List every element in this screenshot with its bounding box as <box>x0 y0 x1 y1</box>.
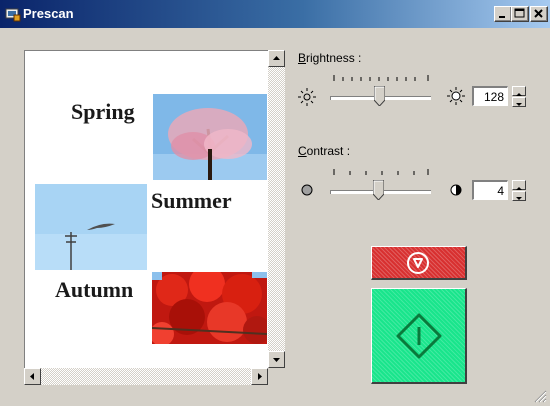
brightness-ticks <box>333 75 429 81</box>
arrow-left-icon <box>30 373 34 380</box>
preview-horizontal-scrollbar[interactable] <box>24 368 268 385</box>
contrast-spinner[interactable]: 4 <box>472 180 532 204</box>
spring-tree-image <box>153 94 267 180</box>
stop-icon <box>407 252 429 274</box>
contrast-ticks <box>333 169 429 175</box>
spin-down-icon <box>516 197 522 200</box>
scroll-left-button[interactable] <box>24 368 41 385</box>
contrast-label-text: ontrast : <box>306 144 351 158</box>
minimize-button[interactable] <box>494 6 512 22</box>
contrast-high-icon <box>450 184 462 196</box>
title-bar[interactable]: Prescan <box>0 0 550 28</box>
spin-down-icon <box>516 103 522 106</box>
arrow-up-icon <box>273 56 280 60</box>
resize-grip-icon[interactable] <box>533 389 547 403</box>
arrow-down-icon <box>273 358 280 362</box>
preview-vertical-scrollbar[interactable] <box>268 50 285 368</box>
brightness-slider-thumb[interactable] <box>374 86 385 106</box>
autumn-leaves-image <box>152 272 267 344</box>
contrast-increment-button[interactable] <box>512 180 526 190</box>
prescan-window: Prescan Spring Summer Autumn Brightness … <box>0 0 550 406</box>
minimize-icon <box>499 16 505 18</box>
brightness-accel: B <box>298 51 307 65</box>
close-icon <box>534 9 543 18</box>
scroll-right-button[interactable] <box>251 368 268 385</box>
scroll-up-button[interactable] <box>268 50 285 67</box>
start-diamond-icon <box>396 313 442 359</box>
brightness-label: Brightness : <box>298 51 361 65</box>
brightness-high-icon <box>447 87 465 105</box>
contrast-value-field[interactable]: 4 <box>472 180 508 200</box>
contrast-decrement-button[interactable] <box>512 191 526 201</box>
stop-button[interactable] <box>371 246 467 280</box>
close-button[interactable] <box>530 6 548 22</box>
contrast-accel: C <box>298 144 307 158</box>
brightness-decrement-button[interactable] <box>512 97 526 107</box>
brightness-label-text: rightness : <box>306 51 362 65</box>
maximize-button[interactable] <box>511 6 529 22</box>
contrast-label: Contrast : <box>298 144 350 158</box>
brightness-low-icon <box>298 88 316 106</box>
brightness-increment-button[interactable] <box>512 86 526 96</box>
scroll-corner <box>268 368 285 385</box>
caption-autumn: Autumn <box>55 277 134 302</box>
window-title: Prescan <box>23 6 74 21</box>
contrast-low-icon <box>301 184 313 196</box>
summer-bird-image <box>35 184 147 270</box>
preview-area[interactable]: Spring Summer Autumn <box>24 50 269 369</box>
arrow-right-icon <box>258 373 262 380</box>
start-scan-button[interactable] <box>371 288 467 384</box>
brightness-value-field[interactable]: 128 <box>472 86 508 106</box>
caption-spring: Spring <box>71 99 135 124</box>
brightness-spinner[interactable]: 128 <box>472 86 532 110</box>
maximize-icon <box>514 8 525 18</box>
scroll-down-button[interactable] <box>268 351 285 368</box>
contrast-slider-thumb[interactable] <box>373 180 384 200</box>
caption-summer: Summer <box>151 188 232 213</box>
scanner-app-icon <box>5 8 21 22</box>
